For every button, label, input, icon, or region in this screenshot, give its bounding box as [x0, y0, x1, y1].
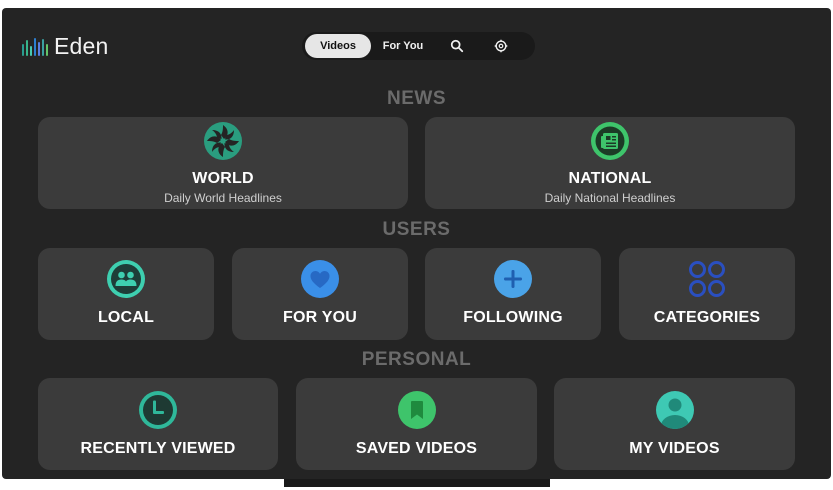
- bookmark-icon: [397, 390, 437, 430]
- tv-screen: Eden Videos For You NEWS WORLD Daily Wor…: [2, 8, 831, 479]
- newspaper-icon: [590, 121, 630, 161]
- tile-label: FOLLOWING: [463, 309, 563, 326]
- tile-my-videos[interactable]: MY VIDEOS: [554, 378, 795, 470]
- tile-world[interactable]: WORLD Daily World Headlines: [38, 117, 408, 209]
- tile-subtitle: Daily National Headlines: [544, 191, 676, 205]
- tile-for-you[interactable]: FOR YOU: [232, 248, 408, 340]
- tile-label: LOCAL: [97, 309, 155, 326]
- brand-name: Eden: [54, 33, 109, 59]
- tile-following[interactable]: FOLLOWING: [425, 248, 601, 340]
- tile-recently-viewed[interactable]: RECENTLY VIEWED: [38, 378, 278, 470]
- heart-icon: [300, 259, 340, 299]
- brand-logo: Eden: [22, 33, 109, 60]
- tile-label: SAVED VIDEOS: [355, 440, 478, 457]
- people-icon: [106, 259, 146, 299]
- section-title-users: USERS: [382, 219, 451, 240]
- clock-icon: [138, 390, 178, 430]
- tile-local[interactable]: LOCAL: [38, 248, 214, 340]
- logo-bars-icon: [22, 37, 48, 56]
- tab-videos[interactable]: Videos: [305, 34, 371, 58]
- tile-national[interactable]: NATIONAL Daily National Headlines: [425, 117, 795, 209]
- four-circles-icon: [687, 259, 727, 299]
- search-button[interactable]: [435, 34, 479, 58]
- gear-icon: [494, 39, 508, 53]
- section-title-personal: PERSONAL: [361, 349, 472, 370]
- section-title-news: NEWS: [387, 88, 446, 109]
- tile-label: RECENTLY VIEWED: [80, 440, 236, 457]
- tile-label: FOR YOU: [282, 309, 357, 326]
- tile-categories[interactable]: CATEGORIES: [619, 248, 795, 340]
- tile-label: NATIONAL: [568, 170, 652, 187]
- aperture-icon: [203, 121, 243, 161]
- settings-button[interactable]: [479, 34, 523, 58]
- tab-for-you[interactable]: For You: [371, 34, 435, 58]
- user-icon: [655, 390, 695, 430]
- tile-subtitle: Daily World Headlines: [164, 191, 282, 205]
- tile-label: MY VIDEOS: [629, 440, 720, 457]
- tile-saved-videos[interactable]: SAVED VIDEOS: [296, 378, 537, 470]
- tv-stand: [284, 479, 550, 487]
- tile-label: CATEGORIES: [653, 309, 761, 326]
- tile-label: WORLD: [192, 170, 254, 187]
- plus-icon: [493, 259, 533, 299]
- top-nav: Videos For You: [302, 32, 535, 60]
- search-icon: [450, 39, 464, 53]
